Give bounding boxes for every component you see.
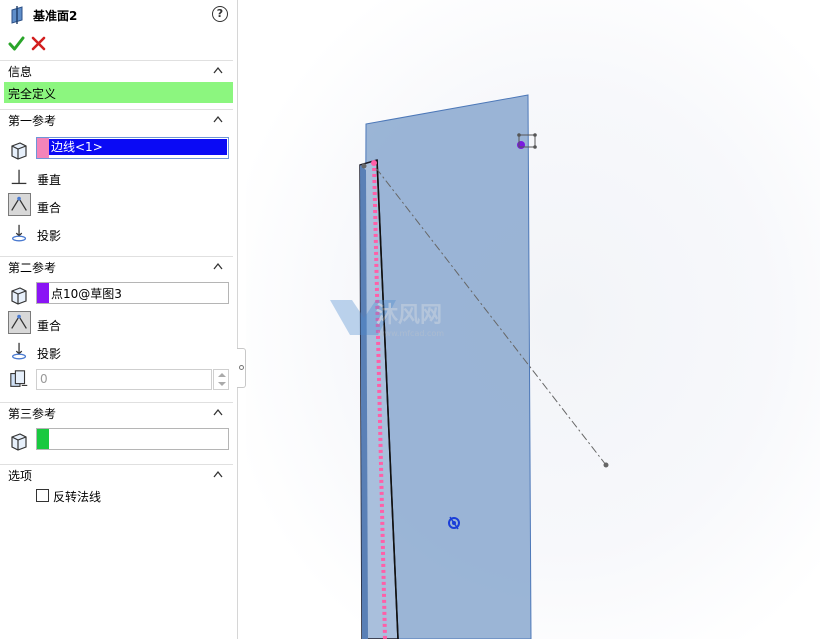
coincident-icon	[11, 314, 27, 329]
graphics-viewport[interactable]: 沐风网 www.mfcad.com	[246, 0, 820, 639]
plane-count-stepper[interactable]	[213, 369, 229, 390]
edge-endpoint-marker	[371, 160, 377, 166]
section-title-info: 信息	[8, 65, 33, 79]
feature-title-row: 基准面2 ?	[0, 0, 238, 30]
second-reference-field[interactable]: 点10@草图3	[36, 282, 229, 304]
reference-cube-icon	[11, 433, 27, 451]
second-reference-value: 点10@草图3	[51, 287, 122, 301]
second-reference-color-swatch	[37, 283, 49, 303]
plane-count-value: 0	[40, 372, 48, 386]
centerline-end-point	[603, 462, 609, 468]
project-button[interactable]	[8, 222, 31, 245]
plane-count-button[interactable]	[8, 368, 31, 391]
plane-feature-icon	[11, 6, 23, 24]
section-title-third-ref: 第三参考	[8, 407, 57, 421]
status-badge: 完全定义	[4, 82, 233, 103]
third-reference-field[interactable]	[36, 428, 229, 450]
plane-count-input[interactable]: 0	[36, 369, 212, 390]
section-header-first-ref[interactable]: 第一参考	[0, 109, 233, 129]
section-title-second-ref: 第二参考	[8, 261, 57, 275]
ok-checkmark-icon[interactable]	[8, 35, 25, 52]
first-reference-value: 边线<1>	[49, 139, 227, 155]
chevron-up-icon	[213, 408, 223, 416]
perpendicular-label: 垂直	[37, 173, 62, 187]
perpendicular-button[interactable]	[8, 166, 31, 189]
project-label: 投影	[37, 229, 62, 243]
reference-cube-icon	[11, 287, 27, 305]
project-icon	[12, 224, 27, 242]
perpendicular-icon	[11, 169, 27, 185]
feature-title: 基准面2	[33, 9, 78, 23]
flip-normal-label: 反转法线	[53, 490, 102, 504]
reference-cube-icon	[11, 142, 27, 160]
handle-node-icon	[517, 133, 521, 137]
cancel-x-icon[interactable]	[31, 36, 46, 51]
coincident-label: 重合	[37, 201, 62, 215]
first-reference-color-swatch	[37, 138, 49, 158]
section-header-options[interactable]: 选项	[0, 464, 233, 484]
section-header-second-ref[interactable]: 第二参考	[0, 256, 233, 276]
project-label-2: 投影	[37, 347, 62, 361]
plane-count-icon	[10, 370, 28, 387]
handle-node-icon	[533, 145, 537, 149]
handle-node-icon	[533, 133, 537, 137]
coincident-icon	[11, 196, 27, 211]
stepper-down-icon[interactable]	[218, 382, 226, 386]
project-icon	[12, 342, 27, 360]
status-text: 完全定义	[8, 87, 57, 101]
chevron-up-icon	[213, 262, 223, 270]
coincident-button-2[interactable]	[8, 311, 31, 334]
viewport-background	[246, 0, 820, 639]
centerline-start-point	[361, 163, 367, 169]
watermark-url: www.mfcad.com	[378, 329, 444, 338]
sketch-point-marker[interactable]	[517, 141, 525, 149]
coincident-button[interactable]	[8, 193, 31, 216]
stepper-up-icon[interactable]	[218, 373, 226, 377]
project-button-2[interactable]	[8, 340, 31, 363]
property-manager-panel: 基准面2 ? 信息 完全定义 第一参考 边线<1> 垂直 重合 投影 第二参考 …	[0, 0, 238, 639]
section-header-info[interactable]: 信息	[0, 60, 233, 80]
section-title-options: 选项	[8, 469, 33, 483]
help-icon[interactable]: ?	[212, 6, 228, 22]
chevron-up-icon	[213, 470, 223, 478]
flip-normal-checkbox[interactable]	[36, 489, 49, 502]
third-reference-color-swatch	[37, 429, 49, 449]
watermark-text: 沐风网	[376, 303, 442, 328]
chevron-up-icon	[213, 115, 223, 123]
section-header-third-ref[interactable]: 第三参考	[0, 402, 233, 422]
section-title-first-ref: 第一参考	[8, 114, 57, 128]
first-reference-field[interactable]: 边线<1>	[36, 137, 229, 159]
panel-collapse-handle[interactable]	[237, 348, 246, 388]
chevron-up-icon	[213, 66, 223, 74]
handle-dot-icon	[239, 365, 244, 370]
coincident-label-2: 重合	[37, 319, 62, 333]
